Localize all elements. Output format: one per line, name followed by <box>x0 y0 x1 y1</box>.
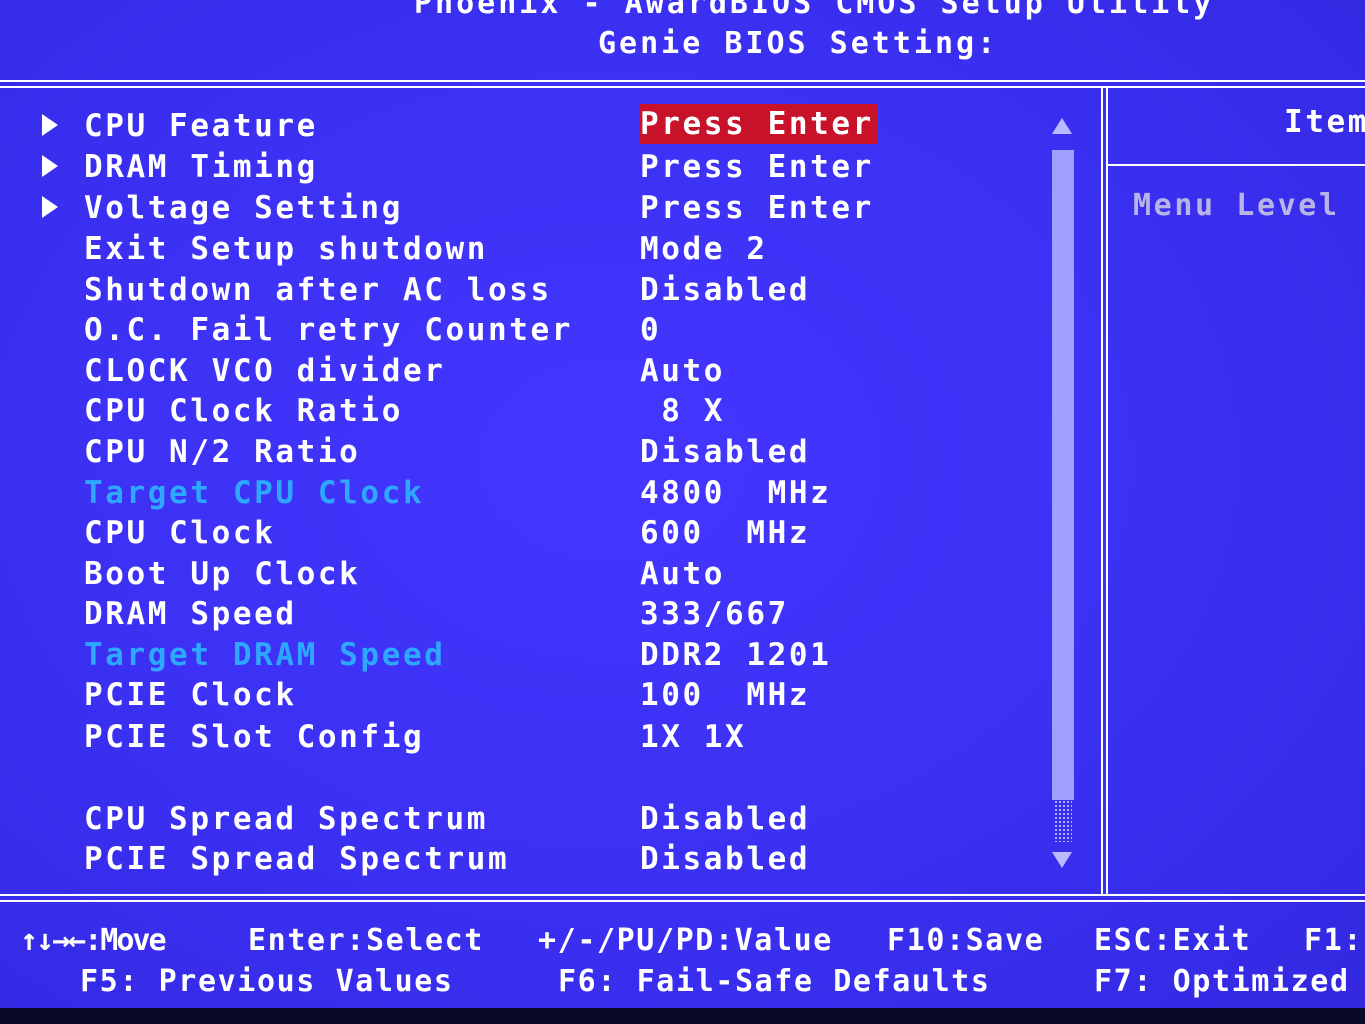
menu-row-target-cpu-clock: Target CPU Clock 4800 MHz <box>0 473 1040 513</box>
menu-row-cpu-spread-spectrum[interactable]: CPU Spread Spectrum Disabled <box>0 799 1040 839</box>
hint-move: ↑↓→←:Move <box>20 923 167 958</box>
setting-label: PCIE Slot Config <box>84 719 425 755</box>
setting-value[interactable]: Auto <box>640 351 725 391</box>
menu-row-pcie-clock[interactable]: PCIE Clock 100 MHz <box>0 675 1040 715</box>
submenu-arrow-icon <box>42 114 58 136</box>
menu-row-shutdown-after-ac-loss[interactable]: Shutdown after AC loss Disabled <box>0 270 1040 310</box>
setting-label: PCIE Clock <box>84 677 297 713</box>
menu-row-clock-vco-divider[interactable]: CLOCK VCO divider Auto <box>0 351 1040 391</box>
hint-optimized-defaults: F7: Optimized <box>1094 964 1350 999</box>
setting-value[interactable]: Disabled <box>640 799 810 839</box>
item-help-title: Item <box>1284 104 1365 140</box>
menu-row-pcie-slot-config[interactable]: PCIE Slot Config 1X 1X <box>0 717 1040 757</box>
setting-value[interactable]: 0 <box>640 310 661 350</box>
bios-screen: Phoenix - AwardBIOS CMOS Setup Utility G… <box>0 0 1365 1024</box>
setting-value[interactable]: Mode 2 <box>640 229 768 269</box>
panel-divider-right <box>1106 86 1108 896</box>
menu-row-target-dram-speed: Target DRAM Speed DDR2 1201 <box>0 635 1040 675</box>
menu-row-cpu-n2-ratio[interactable]: CPU N/2 Ratio Disabled <box>0 432 1040 472</box>
setting-label: CPU Clock <box>84 515 276 551</box>
hint-exit: ESC:Exit <box>1094 923 1252 958</box>
hint-previous-values: F5: Previous Values <box>80 964 454 999</box>
menu-level-indicator: Menu Level <box>1133 188 1340 223</box>
setting-label: Boot Up Clock <box>84 556 361 592</box>
setting-label: CPU Spread Spectrum <box>84 801 489 837</box>
hint-fail-safe-defaults: F6: Fail-Safe Defaults <box>558 964 991 999</box>
setting-label: CPU N/2 Ratio <box>84 434 361 470</box>
setting-value[interactable]: 1X 1X <box>640 717 746 757</box>
panel-divider-left <box>1101 86 1103 896</box>
screen-bezel <box>0 1008 1365 1024</box>
setting-value: DDR2 1201 <box>640 637 832 673</box>
hint-help: F1: <box>1304 923 1363 958</box>
setting-value[interactable]: 100 MHz <box>640 675 810 715</box>
setting-value: 4800 MHz <box>640 475 832 511</box>
setting-label: Target DRAM Speed <box>84 637 446 673</box>
menu-row-voltage-setting[interactable]: Voltage Setting Press Enter <box>0 188 1040 228</box>
menu-row-cpu-feature[interactable]: CPU Feature Press Enter <box>0 104 1040 146</box>
menu-row-exit-setup-shutdown[interactable]: Exit Setup shutdown Mode 2 <box>0 229 1040 269</box>
setting-label: CPU Clock Ratio <box>84 393 403 429</box>
page-title: Genie BIOS Setting: <box>598 26 999 61</box>
bios-title: Phoenix - AwardBIOS CMOS Setup Utility <box>414 0 1215 21</box>
setting-label: DRAM Speed <box>84 596 297 632</box>
scroll-up-arrow-icon[interactable] <box>1052 118 1072 134</box>
setting-value[interactable]: Disabled <box>640 839 810 879</box>
header-divider-top <box>0 80 1365 82</box>
menu-row-dram-timing[interactable]: DRAM Timing Press Enter <box>0 147 1040 187</box>
setting-label: CLOCK VCO divider <box>84 353 446 389</box>
setting-value[interactable]: 8 X <box>640 391 725 431</box>
menu-row-pcie-spread-spectrum[interactable]: PCIE Spread Spectrum Disabled <box>0 839 1040 879</box>
footer-divider-top <box>0 894 1365 896</box>
hint-save: F10:Save <box>887 923 1045 958</box>
hint-value: +/-/PU/PD:Value <box>538 923 833 958</box>
setting-label: Voltage Setting <box>84 190 403 226</box>
submenu-arrow-icon <box>42 196 58 218</box>
scrollbar[interactable] <box>1052 150 1074 800</box>
setting-value[interactable]: Press Enter <box>640 147 874 187</box>
scroll-down-arrow-icon[interactable] <box>1052 852 1072 868</box>
scrollbar-track-remainder <box>1054 800 1072 842</box>
setting-value-selected[interactable]: Press Enter <box>640 104 878 144</box>
setting-label: Target CPU Clock <box>84 475 425 511</box>
menu-row-cpu-clock[interactable]: CPU Clock 600 MHz <box>0 513 1040 553</box>
hint-select: Enter:Select <box>248 923 484 958</box>
setting-value[interactable]: Disabled <box>640 270 810 310</box>
setting-label: Exit Setup shutdown <box>84 231 489 267</box>
help-panel-divider <box>1106 164 1365 166</box>
menu-row-oc-fail-retry-counter[interactable]: O.C. Fail retry Counter 0 <box>0 310 1040 350</box>
setting-label: O.C. Fail retry Counter <box>84 312 574 348</box>
setting-value[interactable]: Press Enter <box>640 188 874 228</box>
setting-value[interactable]: 600 MHz <box>640 513 810 553</box>
menu-row-cpu-clock-ratio[interactable]: CPU Clock Ratio 8 X <box>0 391 1040 431</box>
setting-label: PCIE Spread Spectrum <box>84 841 510 877</box>
menu-row-dram-speed[interactable]: DRAM Speed 333/667 <box>0 594 1040 634</box>
submenu-arrow-icon <box>42 155 58 177</box>
setting-value[interactable]: Disabled <box>640 432 810 472</box>
setting-label: Shutdown after AC loss <box>84 272 552 308</box>
header-divider-bottom <box>0 86 1365 88</box>
footer-divider-bottom <box>0 900 1365 902</box>
setting-label: CPU Feature <box>84 108 318 144</box>
setting-label: DRAM Timing <box>84 149 318 185</box>
setting-value[interactable]: 333/667 <box>640 594 789 634</box>
setting-value[interactable]: Auto <box>640 554 725 594</box>
menu-row-boot-up-clock[interactable]: Boot Up Clock Auto <box>0 554 1040 594</box>
